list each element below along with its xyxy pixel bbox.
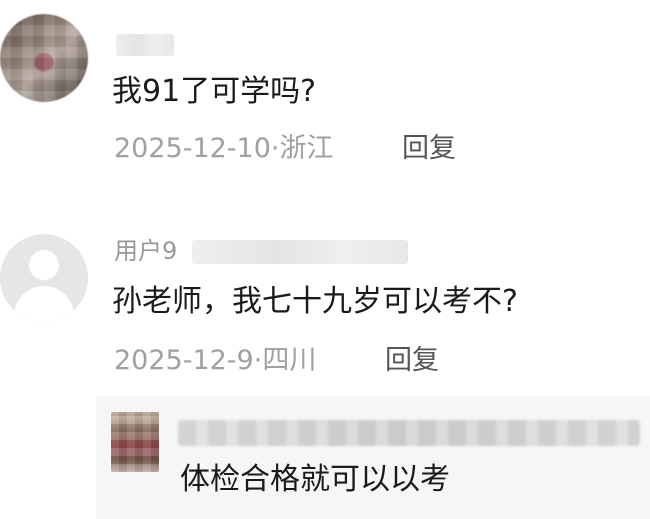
user-silhouette-icon[interactable] [0, 234, 88, 322]
comment-meta: 2025-12-9·四川 [114, 344, 316, 378]
comment-location: 浙江 [279, 133, 334, 164]
reply-button[interactable]: 回复 [385, 344, 439, 378]
comment-text: 我91了可学吗? [112, 74, 317, 109]
commenter-username[interactable]: 用户9 [114, 236, 177, 266]
meta-separator: · [270, 133, 280, 164]
reply-button[interactable]: 回复 [402, 132, 456, 166]
comment-date: 2025-12-9 [114, 345, 254, 376]
commenter-username-blurred[interactable] [116, 34, 174, 56]
comment-date: 2025-12-10 [114, 133, 271, 164]
comment-text: 孙老师，我七十九岁可以考不? [112, 284, 518, 319]
avatar-body-shape [14, 286, 74, 322]
comment-location: 四川 [262, 345, 317, 376]
comment-meta: 2025-12-10·浙江 [114, 132, 334, 166]
replier-name-blurred[interactable] [178, 420, 640, 446]
avatar-head-shape [29, 250, 59, 280]
comment-section: 我91了可学吗? 2025-12-10·浙江 回复 用户9 孙老师，我七十九岁可… [0, 0, 650, 519]
replier-avatar[interactable] [111, 412, 159, 472]
commenter-avatar[interactable] [0, 14, 88, 102]
commenter-username-blurred [192, 240, 408, 264]
reply-text: 体检合格就可以以考 [180, 462, 450, 497]
username-prefix: 用户9 [114, 237, 178, 265]
